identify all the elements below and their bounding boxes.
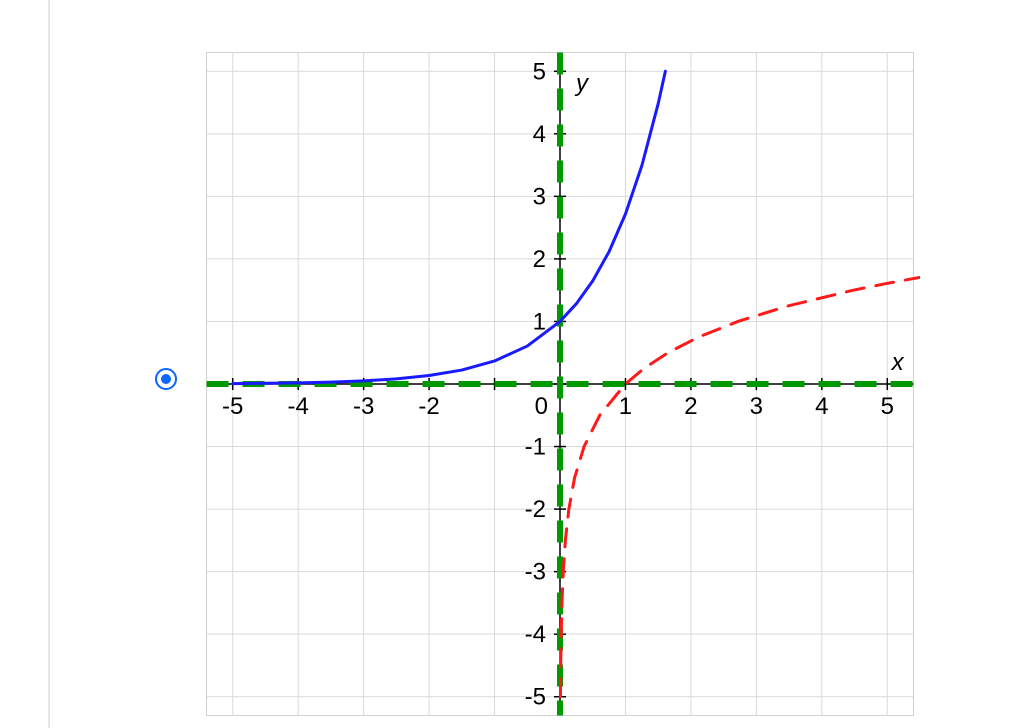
x-tick-label: -3 [353, 393, 374, 420]
y-tick-label: 5 [533, 58, 546, 85]
y-tick-label: 2 [533, 246, 546, 273]
y-tick-label: 4 [533, 121, 546, 148]
x-tick-label: -5 [222, 393, 243, 420]
x-axis-label: x [891, 349, 905, 376]
x-tick-label: -2 [418, 393, 439, 420]
x-tick-label: 2 [684, 393, 697, 420]
y-tick-label: -1 [525, 434, 546, 461]
panel-left-border [48, 0, 50, 728]
option-radio[interactable] [155, 368, 177, 390]
x-tick-label: -4 [288, 393, 309, 420]
x-tick-label: 0 [535, 393, 548, 420]
x-tick-label: 1 [619, 393, 632, 420]
y-tick-label: 1 [533, 308, 546, 335]
y-tick-label: -2 [525, 496, 546, 523]
y-tick-label: -4 [525, 621, 546, 648]
y-tick-label: -3 [525, 559, 546, 586]
y-tick-label: 3 [533, 183, 546, 210]
x-tick-label: 5 [881, 393, 894, 420]
chart-plot: -5 -4 -3 -2 0 1 2 3 4 5 -5 -4 -3 -2 -1 1 2 3 4 5 x y [200, 40, 920, 728]
y-tick-label: -5 [525, 684, 546, 711]
x-tick-label: 4 [815, 393, 828, 420]
x-tick-label: 3 [750, 393, 763, 420]
series-exp [233, 71, 666, 383]
radio-dot-icon [161, 374, 171, 384]
y-axis-label: y [574, 70, 590, 97]
